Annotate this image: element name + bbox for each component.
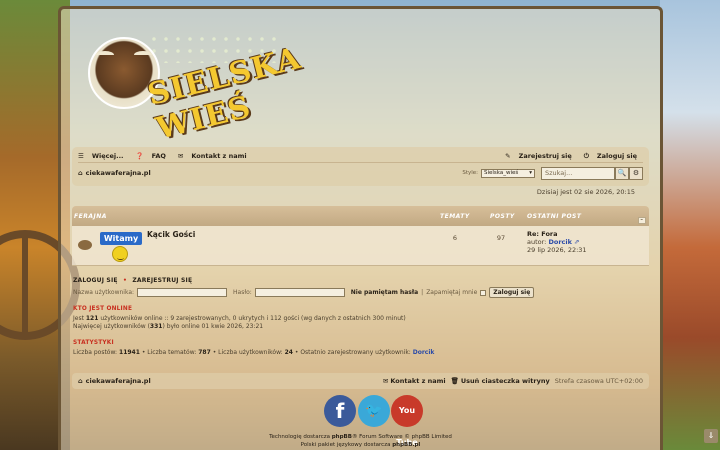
footer-navbar: ⌂ ciekawaferajna.pl ✉ Kontakt z nami 🗑 Usuń…	[72, 373, 649, 389]
forum-last-post: Re: Fora autor: Dorcik ⇗ 29 lip 2026, 22…	[527, 230, 587, 254]
forgot-password-link[interactable]: Nie pamiętam hasła	[351, 289, 418, 296]
style-label: Style:	[462, 170, 478, 176]
edit-icon: ✎	[505, 152, 511, 160]
delete-cookies-link[interactable]: 🗑 Usuń ciasteczka witryny	[451, 377, 550, 385]
collapse-button[interactable]: –	[638, 217, 646, 224]
online-section-title[interactable]: KTO JEST ONLINE	[73, 306, 132, 312]
stats-text: Liczba postów: 11941 • Liczba tematów: 7…	[73, 349, 435, 356]
forum-posts-count: 97	[496, 234, 506, 242]
forum-table-header: FERAJNA TEMATY POSTY OSTATNI POST –	[72, 206, 649, 226]
last-post-author-link[interactable]: Dorcik	[548, 238, 571, 246]
home-icon: ⌂	[78, 169, 83, 177]
last-post-date: 29 lip 2026, 22:31	[527, 246, 587, 254]
remember-me-checkbox[interactable]	[480, 289, 487, 296]
logo-horn-right	[134, 51, 152, 59]
header-last-post: OSTATNI POST	[527, 213, 582, 220]
background-right-scenery	[660, 0, 720, 450]
more-menu[interactable]: ☰ Więcej...	[78, 152, 130, 160]
search-input[interactable]: Szukaj...	[541, 166, 615, 180]
power-icon: ⏻	[583, 151, 589, 160]
envelope-icon: ✉	[382, 377, 389, 385]
current-date: Dzisiaj jest 02 sie 2026, 20:15	[536, 188, 635, 196]
style-select[interactable]: Sielska_wieś ▾	[481, 168, 535, 178]
site-logo[interactable]: SIELSKA WIEŚ	[88, 33, 338, 147]
last-post-title-link[interactable]: Re: Fora	[527, 230, 558, 238]
faq-link[interactable]: ❓ FAQ	[136, 152, 172, 160]
newest-user-link[interactable]: Dorcik	[413, 349, 435, 356]
youtube-icon[interactable]: You Tube	[391, 395, 423, 447]
phpbb-link[interactable]: phpBB	[332, 434, 352, 440]
header-topics: TEMATY	[440, 213, 470, 220]
smiley-icon	[112, 246, 128, 262]
copyright: Technologię dostarcza phpBB® Forum Softw…	[269, 434, 452, 448]
password-label: Hasło:	[233, 289, 252, 296]
page-container: SIELSKA WIEŚ ☰ Więcej... ❓ FAQ ✉ Kontakt z …	[58, 6, 663, 450]
chevron-down-icon: ▾	[529, 170, 532, 176]
footer-home-link[interactable]: ⌂ ciekawaferajna.pl	[78, 377, 151, 385]
login-title-link[interactable]: ZALOGUJ SIĘ	[73, 277, 118, 284]
forum-topics-count: 6	[452, 234, 458, 242]
password-field[interactable]	[254, 288, 345, 297]
username-label: Nazwa użytkownika:	[73, 289, 135, 296]
view-latest-post-icon[interactable]: ⇗	[574, 238, 579, 246]
login-form: Nazwa użytkownika: Hasło: Nie pamiętam h…	[73, 287, 535, 298]
trash-icon: 🗑	[450, 377, 459, 385]
search-icon: 🔍	[617, 169, 627, 177]
facebook-icon[interactable]: f	[324, 395, 356, 427]
gear-icon: ⚙	[632, 169, 640, 177]
register-link[interactable]: ✎ Zarejestruj się	[505, 152, 578, 161]
contact-link[interactable]: ✉ Kontakt z nami	[178, 152, 253, 160]
header-posts: POSTY	[490, 213, 515, 220]
forum-status-icon	[78, 240, 92, 250]
register-title-link[interactable]: ZAREJESTRUJ SIĘ	[132, 277, 192, 284]
login-submit-button[interactable]: Zaloguj się	[489, 287, 535, 298]
question-icon: ❓	[135, 152, 144, 160]
remember-me-label: Zapamiętaj mnie	[426, 289, 478, 296]
header-category[interactable]: FERAJNA	[74, 213, 107, 220]
logo-horn-left	[96, 51, 114, 59]
timezone-label: Strefa czasowa UTC+02:00	[554, 377, 643, 385]
online-text: Jest 121 użytkowników online :: 9 zareje…	[73, 315, 406, 330]
search-button[interactable]: 🔍	[615, 166, 629, 180]
forum-badge-image: Witamy	[100, 232, 142, 264]
forum-row: Witamy Kącik Gości 6 97 Re: Fora autor: …	[72, 226, 649, 266]
footer-contact-link[interactable]: ✉ Kontakt z nami	[383, 377, 446, 385]
twitter-icon[interactable]: 🐦	[358, 395, 390, 427]
phpbb-pl-link[interactable]: phpBB.pl	[392, 442, 420, 448]
advanced-search-button[interactable]: ⚙	[629, 166, 643, 180]
stats-section-title: STATYSTYKI	[73, 340, 114, 346]
hamburger-icon: ☰	[78, 152, 84, 160]
breadcrumb-home[interactable]: ⌂ ciekawaferajna.pl	[78, 169, 151, 177]
forum-title-link[interactable]: Kącik Gości	[147, 230, 195, 239]
navbar-divider	[78, 162, 643, 163]
login-section-title: ZALOGUJ SIĘ • ZAREJESTRUJ SIĘ	[73, 277, 193, 284]
navbar: ☰ Więcej... ❓ FAQ ✉ Kontakt z nami ✎ Zarejes…	[72, 147, 649, 186]
username-field[interactable]	[137, 288, 228, 297]
scroll-down-button[interactable]: ⇓	[704, 429, 718, 443]
home-icon: ⌂	[78, 377, 83, 385]
envelope-icon: ✉	[177, 152, 184, 160]
login-link[interactable]: ⏻ Zaloguj się	[584, 152, 643, 161]
